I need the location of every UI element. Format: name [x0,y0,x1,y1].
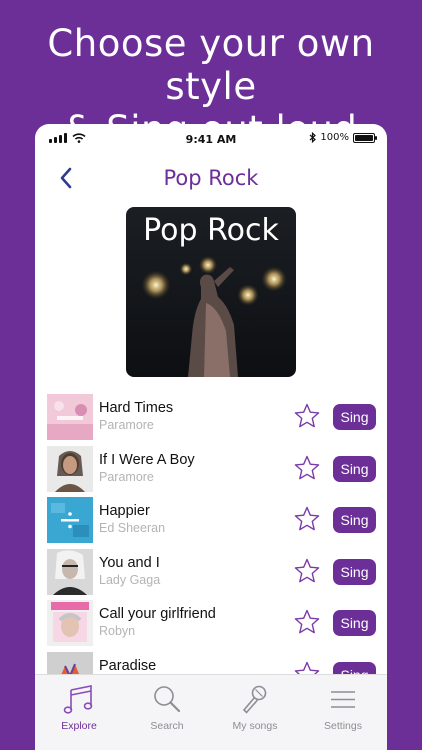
genre-cover-image: Pop Rock [126,207,296,377]
song-row[interactable]: Call your girlfriend Robyn Sing [35,598,387,650]
song-title: Happier [99,503,150,519]
favorite-button[interactable] [293,608,321,636]
favorite-button[interactable] [293,454,321,482]
favorite-button[interactable] [293,402,321,430]
song-artist: Paramore [99,418,154,432]
battery-group: 100% [309,132,377,143]
battery-percent: 100% [320,132,349,143]
tab-label: Settings [324,720,362,732]
tab-settings[interactable]: Settings [299,675,387,750]
star-outline-icon [294,609,320,634]
sing-button[interactable]: Sing [333,404,376,430]
song-artist: Lady Gaga [99,572,161,587]
album-art [47,600,93,646]
page-title: Pop Rock [163,166,259,190]
song-row[interactable]: Happier Ed Sheeran Sing [35,495,387,547]
song-row[interactable]: Hard Times Paramore Sing [35,392,387,444]
phone-screen: 9:41 AM 100% Pop Rock Pop Rock Hard Time… [35,124,387,750]
status-bar: 9:41 AM 100% [35,124,387,154]
song-list: Hard Times Paramore Sing If I Were A Boy [35,392,387,701]
star-outline-icon [294,558,320,582]
star-outline-icon [294,506,320,531]
cover-title: Pop Rock [143,213,279,248]
search-icon [154,686,181,713]
song-artist: Paramore [99,469,154,484]
menu-icon [331,691,355,708]
tab-bar: Explore Search My songs Settings [35,674,387,750]
song-title: If I Were A Boy [99,451,195,468]
album-art [47,394,93,440]
sing-button[interactable]: Sing [333,610,376,636]
star-outline-icon [294,455,320,479]
sing-button[interactable]: Sing [333,507,376,533]
song-title: Call your girlfriend [99,606,216,622]
favorite-button[interactable] [293,505,321,533]
tab-my-songs[interactable]: My songs [211,675,299,750]
song-row[interactable]: If I Were A Boy Paramore Sing [35,444,387,496]
album-art [47,445,93,492]
star-outline-icon [294,403,320,428]
headline-line-1: Choose your own style [47,22,375,108]
music-notes-icon [63,685,93,714]
tab-label: Explore [61,720,97,732]
nav-bar: Pop Rock [35,158,387,198]
battery-icon [353,132,377,143]
album-art [47,548,93,595]
microphone-icon [242,685,267,714]
song-artist: Ed Sheeran [99,521,166,535]
song-title: Paradise [99,657,157,674]
favorite-button[interactable] [293,557,321,585]
album-art [47,497,93,543]
song-artist: Robyn [99,624,136,638]
tab-explore[interactable]: Explore [35,675,123,750]
tab-label: Search [150,720,184,732]
tab-label: My songs [232,720,278,732]
tab-search[interactable]: Search [123,675,211,750]
song-title: You and I [99,554,160,571]
bluetooth-icon [310,132,317,143]
song-title: Hard Times [99,400,174,416]
song-row[interactable]: You and I Lady Gaga Sing [35,547,387,599]
sing-button[interactable]: Sing [333,558,376,585]
sing-button[interactable]: Sing [333,455,376,482]
